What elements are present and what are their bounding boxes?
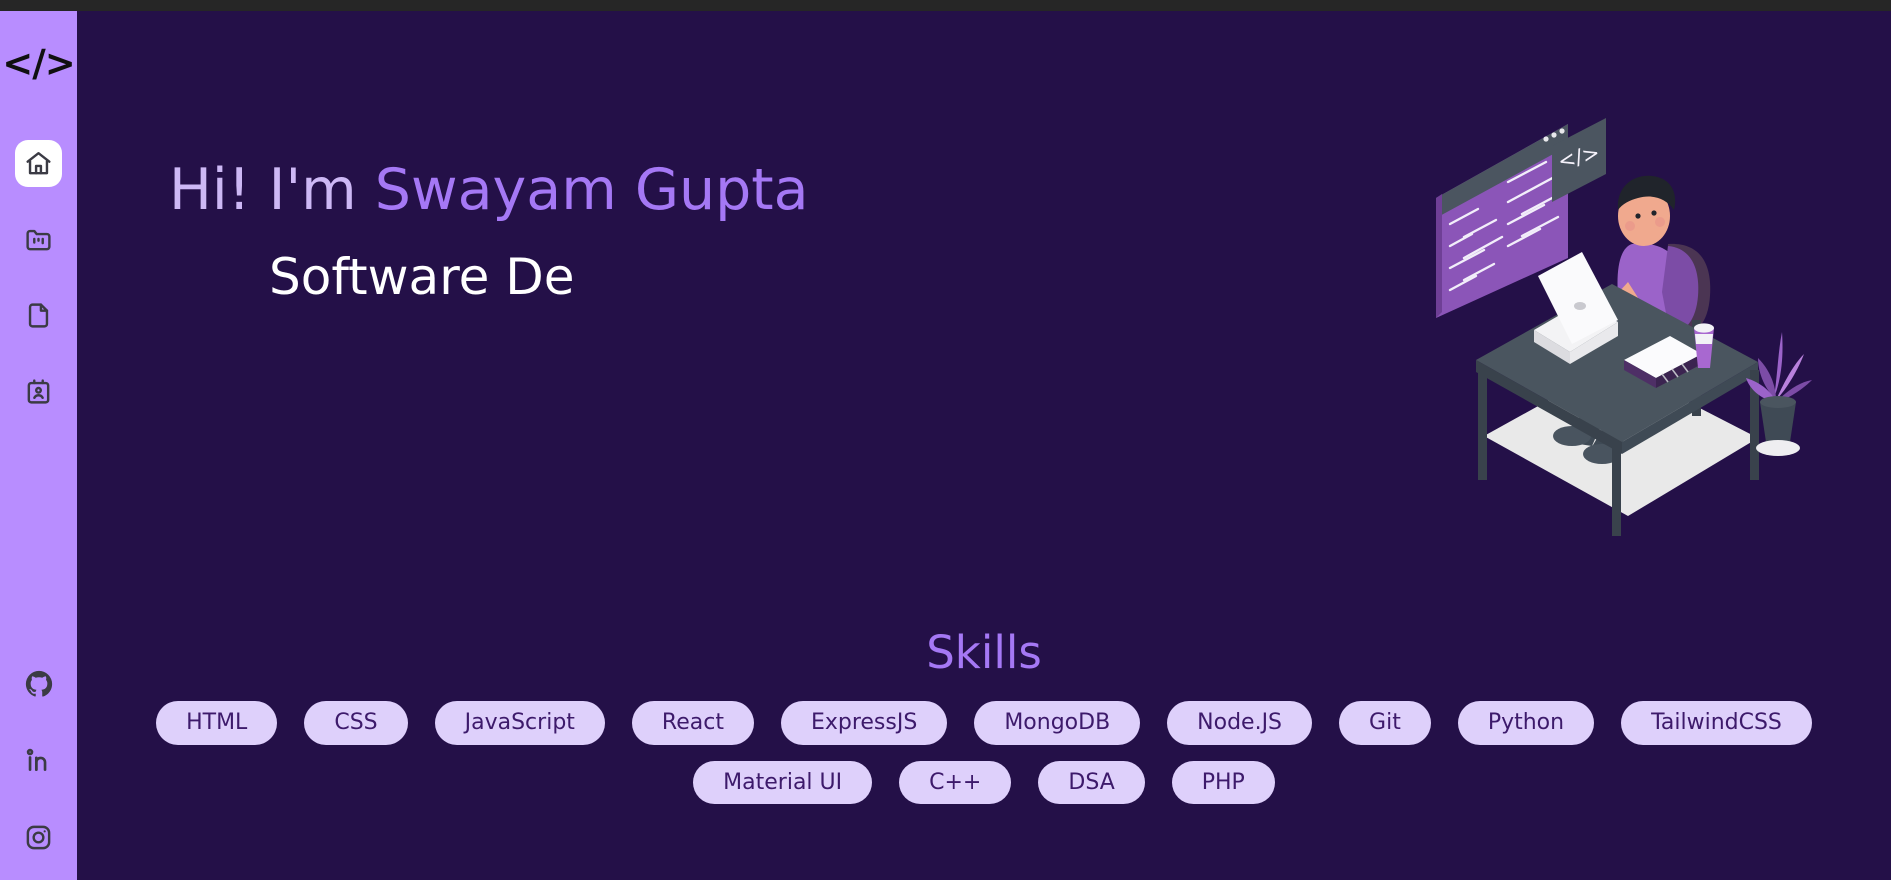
greeting-prefix: Hi! I'm xyxy=(169,157,375,223)
social-link-linkedin[interactable] xyxy=(0,724,77,801)
linkedin-icon[interactable] xyxy=(24,746,53,779)
skill-pill[interactable]: Python xyxy=(1457,701,1595,745)
sidebar: </> xyxy=(0,11,77,880)
github-icon[interactable] xyxy=(24,669,54,703)
skills-pill-list: HTML CSS JavaScript React ExpressJS MongoDB No… xyxy=(77,701,1891,804)
window-top-strip xyxy=(0,0,1891,11)
sidebar-item-contact[interactable] xyxy=(0,353,77,429)
sidebar-item-projects[interactable] xyxy=(0,201,77,277)
sidebar-social-links xyxy=(0,647,77,878)
page-root: </> Hi! I'm Swayam Gupta Software De </>… xyxy=(0,0,1891,880)
folder-kanban-icon[interactable] xyxy=(15,216,62,263)
sidebar-nav xyxy=(0,125,77,429)
sidebar-item-home[interactable] xyxy=(0,125,77,201)
skill-pill[interactable]: HTML xyxy=(156,701,278,745)
skill-pill[interactable]: DSA xyxy=(1038,760,1145,804)
skills-title: Skills xyxy=(926,626,1042,679)
skills-section: Skills HTML CSS JavaScript React ExpressJS Mo… xyxy=(77,630,1891,804)
instagram-icon[interactable] xyxy=(24,823,53,856)
social-link-github[interactable] xyxy=(0,647,77,724)
sidebar-item-resume[interactable] xyxy=(0,277,77,353)
skill-pill[interactable]: CSS xyxy=(304,701,408,745)
hero-role-typewriter: Software De xyxy=(269,247,575,306)
skill-pill[interactable]: React xyxy=(631,701,754,745)
skill-pill[interactable]: PHP xyxy=(1171,760,1275,804)
logo[interactable]: </> xyxy=(0,45,77,82)
developer-at-desk-illustration: </> xyxy=(1406,106,1836,536)
skill-pill[interactable]: ExpressJS xyxy=(780,701,948,745)
skill-pill[interactable]: Git xyxy=(1339,701,1431,745)
skill-pill[interactable]: TailwindCSS xyxy=(1621,701,1812,745)
page-title: Hi! I'm Swayam Gupta xyxy=(169,157,1049,223)
hero-name: Swayam Gupta xyxy=(374,157,809,223)
hero-text-block: Hi! I'm Swayam Gupta Software De xyxy=(169,157,1049,306)
skill-pill[interactable]: MongoDB xyxy=(974,701,1141,745)
skill-pill[interactable]: JavaScript xyxy=(434,701,605,745)
skill-pill[interactable]: C++ xyxy=(899,760,1012,804)
skill-pill[interactable]: Material UI xyxy=(693,760,873,804)
file-icon[interactable] xyxy=(15,292,62,339)
home-icon[interactable] xyxy=(15,139,62,187)
social-link-instagram[interactable] xyxy=(0,801,77,878)
contact-card-icon[interactable] xyxy=(15,368,62,415)
skill-pill[interactable]: Node.JS xyxy=(1167,701,1313,745)
